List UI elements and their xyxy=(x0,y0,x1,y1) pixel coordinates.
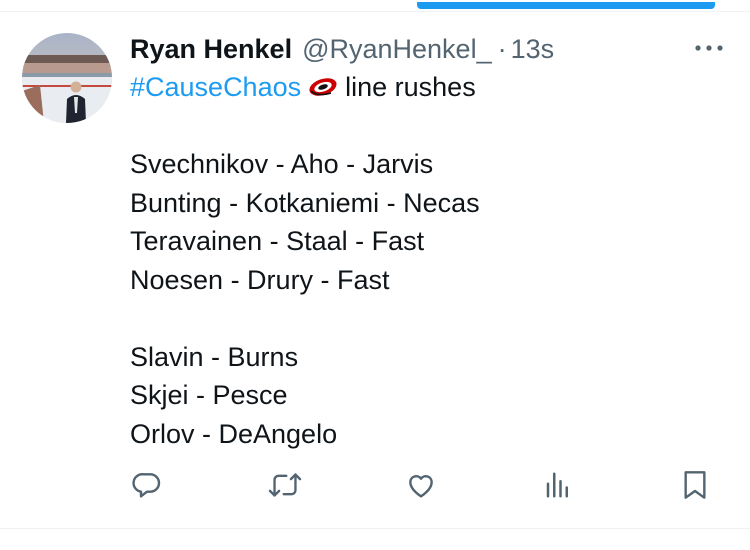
like-button[interactable] xyxy=(401,465,441,505)
forward-line: Svechnikov - Aho - Jarvis xyxy=(130,149,434,179)
retweet-button[interactable] xyxy=(265,465,305,505)
bookmark-button[interactable] xyxy=(675,465,715,505)
hashtag-link[interactable]: #CauseChaos xyxy=(130,68,301,107)
tweet-text: #CauseChaos line rushes Svechnikov - Aho… xyxy=(130,68,730,453)
forward-line: Teravainen - Staal - Fast xyxy=(130,226,425,256)
user-handle[interactable]: @RyanHenkel_ xyxy=(302,34,492,65)
tweet-view: Ryan Henkel @RyanHenkel_ · 13s #CauseCha… xyxy=(0,0,750,550)
more-icon xyxy=(695,45,723,51)
views-icon xyxy=(546,472,568,498)
avatar-photo xyxy=(22,33,112,123)
defense-pair: Slavin - Burns xyxy=(130,341,299,372)
display-name[interactable]: Ryan Henkel xyxy=(130,34,292,65)
timestamp[interactable]: 13s xyxy=(511,34,555,65)
loading-progress-bar xyxy=(417,2,715,9)
avatar[interactable] xyxy=(22,33,112,123)
forward-line: Bunting - Kotkaniemi - Necas xyxy=(130,187,480,218)
retweet-icon xyxy=(268,473,302,497)
views-button[interactable] xyxy=(538,465,578,505)
bottom-divider xyxy=(0,528,750,529)
action-bar xyxy=(0,465,750,505)
defense-pair: Orlov - DeAngelo xyxy=(130,418,338,449)
more-options-button[interactable] xyxy=(692,34,726,62)
like-icon xyxy=(409,475,433,498)
defense-pair: Skjei - Pesce xyxy=(130,380,288,410)
reply-icon xyxy=(132,473,161,498)
hurricanes-logo-icon xyxy=(307,75,339,99)
headline-text: line rushes xyxy=(345,72,476,102)
top-divider xyxy=(0,11,750,12)
reply-button[interactable] xyxy=(127,465,167,505)
tweet-header: Ryan Henkel @RyanHenkel_ · 13s xyxy=(130,31,554,67)
headline-line: #CauseChaos line rushes xyxy=(130,68,730,107)
bookmark-icon xyxy=(684,471,706,499)
forward-line: Noesen - Drury - Fast xyxy=(130,264,390,295)
separator-dot: · xyxy=(497,33,507,64)
